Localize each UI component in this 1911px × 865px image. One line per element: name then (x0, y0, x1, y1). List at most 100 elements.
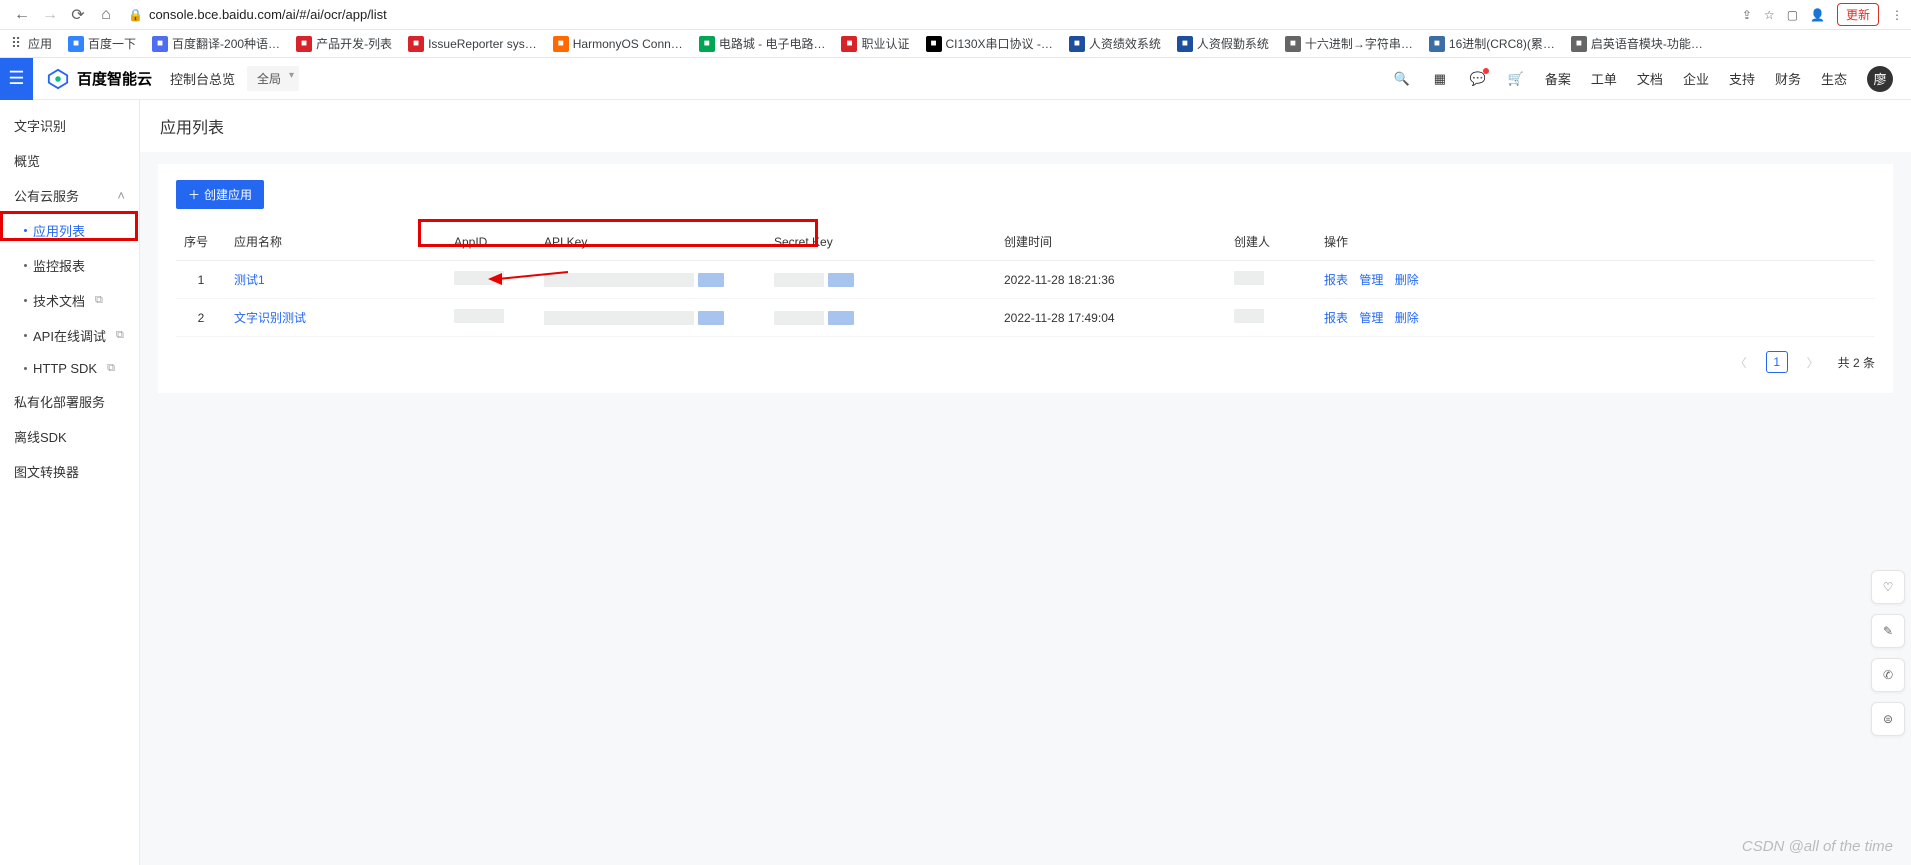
bookmark-item[interactable]: ■IssueReporter sys… (408, 36, 537, 52)
bookmark-star-icon[interactable]: ☆ (1764, 8, 1775, 22)
feedback-float-button[interactable]: ✎ (1871, 614, 1905, 648)
user-avatar[interactable]: 廖 (1867, 66, 1893, 92)
panel-icon[interactable]: ▢ (1787, 8, 1798, 22)
app-name-link[interactable]: 文字识别测试 (234, 311, 306, 325)
pager-current[interactable]: 1 (1766, 351, 1788, 373)
sidebar-overview[interactable]: 概览 (0, 143, 139, 178)
cell-creator (1226, 299, 1316, 337)
sidebar-item-http-sdk[interactable]: HTTP SDK⧉ (0, 353, 139, 384)
bookmark-item[interactable]: ■CI130X串口协议 -… (926, 35, 1053, 52)
sidebar-item-app-list[interactable]: 应用列表 (0, 213, 139, 248)
sidebar-private-deploy[interactable]: 私有化部署服务 (0, 384, 139, 419)
sidebar-offline-sdk[interactable]: 离线SDK (0, 419, 139, 454)
cell-seq: 1 (176, 261, 226, 299)
col-name: 应用名称 (226, 223, 446, 261)
bookmark-item[interactable]: ■百度翻译-200种语… (152, 35, 280, 52)
menu-dots-icon[interactable]: ⋮ (1891, 8, 1903, 22)
cell-name: 文字识别测试 (226, 299, 446, 337)
watermark-text: CSDN @all of the time (1742, 838, 1893, 855)
action-report[interactable]: 报表 (1324, 273, 1348, 287)
create-app-label: 创建应用 (204, 186, 252, 203)
action-report[interactable]: 报表 (1324, 311, 1348, 325)
bookmark-item[interactable]: ■电路城 - 电子电路… (699, 35, 826, 52)
cell-appid (446, 261, 536, 299)
app-table: 序号 应用名称 AppID API Key Secret Key 创建时间 创建… (176, 223, 1875, 337)
address-bar[interactable]: 🔒 console.bce.baidu.com/ai/#/ai/ocr/app/… (128, 7, 1734, 22)
pager-next[interactable]: 〉 (1802, 351, 1824, 373)
cell-apikey (536, 261, 766, 299)
bookmark-item[interactable]: ■十六进制→字符串… (1285, 35, 1413, 52)
floating-actions: ♡ ✎ ✆ ⊜ (1871, 570, 1905, 736)
sidebar-converter[interactable]: 图文转换器 (0, 454, 139, 489)
favorite-float-button[interactable]: ♡ (1871, 570, 1905, 604)
bookmark-item[interactable]: ■人资绩效系统 (1069, 35, 1161, 52)
bookmark-item[interactable]: ■百度一下 (68, 35, 136, 52)
sidebar-item-api-debug[interactable]: API在线调试⧉ (0, 318, 139, 353)
scope-selector[interactable]: 全局 (247, 66, 299, 91)
console-header: ☰ 百度智能云 控制台总览 全局 🔍 ▦ 💬 🛒 备案工单文档企业支持财务生态 … (0, 58, 1911, 100)
cell-apikey (536, 299, 766, 337)
table-row: 1 测试1 2022-11-28 18:21:36 报表 管理 删除 (176, 261, 1875, 299)
pager-prev[interactable]: 〈 (1730, 351, 1752, 373)
brand-text: 百度智能云 (77, 68, 152, 89)
bookmark-item[interactable]: ■16进制(CRC8)(累… (1429, 35, 1555, 52)
bookmark-item[interactable]: ■人资假勤系统 (1177, 35, 1269, 52)
chevron-up-icon: ˄ (117, 188, 125, 203)
sidebar-item-label: 监控报表 (33, 256, 85, 275)
header-nav-item[interactable]: 文档 (1637, 69, 1663, 88)
help-float-button[interactable]: ⊜ (1871, 702, 1905, 736)
support-phone-button[interactable]: ✆ (1871, 658, 1905, 692)
col-appid: AppID (446, 223, 536, 261)
pager-total: 共 2 条 (1838, 354, 1875, 371)
bookmark-apps[interactable]: ⠿应用 (8, 35, 52, 52)
cart-icon[interactable]: 🛒 (1507, 70, 1525, 88)
logo-icon (47, 68, 69, 90)
create-app-button[interactable]: ＋创建应用 (176, 180, 264, 209)
table-row: 2 文字识别测试 2022-11-28 17:49:04 报表 管理 删除 (176, 299, 1875, 337)
forward-button[interactable]: → (38, 3, 62, 27)
back-button[interactable]: ← (10, 3, 34, 27)
app-name-link[interactable]: 测试1 (234, 273, 265, 287)
cell-actions: 报表 管理 删除 (1316, 261, 1875, 299)
header-nav-item[interactable]: 财务 (1775, 69, 1801, 88)
console-scope-label[interactable]: 控制台总览 (170, 69, 235, 88)
profile-icon[interactable]: 👤 (1810, 8, 1825, 22)
home-button[interactable]: ⌂ (94, 3, 118, 27)
sidebar-cloud-label: 公有云服务 (14, 186, 79, 205)
app-list-panel: ＋创建应用 序号 应用名称 AppID API Key Secret Key 创… (158, 164, 1893, 393)
header-nav-item[interactable]: 支持 (1729, 69, 1755, 88)
sidebar-item-label: 技术文档 (33, 291, 85, 310)
action-delete[interactable]: 删除 (1395, 273, 1419, 287)
cell-created: 2022-11-28 18:21:36 (996, 261, 1226, 299)
main-content: 应用列表 ＋创建应用 序号 应用名称 AppID API Key Secret … (140, 100, 1911, 865)
action-manage[interactable]: 管理 (1359, 273, 1383, 287)
sidebar-item-monitor[interactable]: 监控报表 (0, 248, 139, 283)
bookmark-item[interactable]: ■启英语音模块-功能… (1571, 35, 1703, 52)
brand-logo[interactable]: 百度智能云 (47, 68, 152, 90)
apps-grid-icon[interactable]: ▦ (1431, 70, 1449, 88)
search-icon[interactable]: 🔍 (1393, 70, 1411, 88)
page-title: 应用列表 (140, 100, 1911, 152)
url-text: console.bce.baidu.com/ai/#/ai/ocr/app/li… (149, 7, 387, 22)
sidebar-cloud-group[interactable]: 公有云服务 ˄ (0, 178, 139, 213)
action-manage[interactable]: 管理 (1359, 311, 1383, 325)
header-nav-item[interactable]: 企业 (1683, 69, 1709, 88)
update-button[interactable]: 更新 (1837, 3, 1879, 26)
header-nav-item[interactable]: 备案 (1545, 69, 1571, 88)
header-nav-item[interactable]: 生态 (1821, 69, 1847, 88)
bookmark-item[interactable]: ■职业认证 (841, 35, 909, 52)
bookmark-item[interactable]: ■HarmonyOS Conn… (553, 36, 683, 52)
reload-button[interactable]: ⟳ (66, 3, 90, 27)
col-secret: Secret Key (766, 223, 996, 261)
share-icon[interactable]: ⇪ (1742, 8, 1752, 22)
cell-actions: 报表 管理 删除 (1316, 299, 1875, 337)
browser-toolbar: ← → ⟳ ⌂ 🔒 console.bce.baidu.com/ai/#/ai/… (0, 0, 1911, 30)
sidebar-item-docs[interactable]: 技术文档⧉ (0, 283, 139, 318)
external-link-icon: ⧉ (107, 362, 115, 375)
bookmark-item[interactable]: ■产品开发-列表 (296, 35, 392, 52)
cell-name: 测试1 (226, 261, 446, 299)
action-delete[interactable]: 删除 (1395, 311, 1419, 325)
message-icon[interactable]: 💬 (1469, 70, 1487, 88)
header-nav-item[interactable]: 工单 (1591, 69, 1617, 88)
hamburger-menu[interactable]: ☰ (0, 58, 33, 100)
